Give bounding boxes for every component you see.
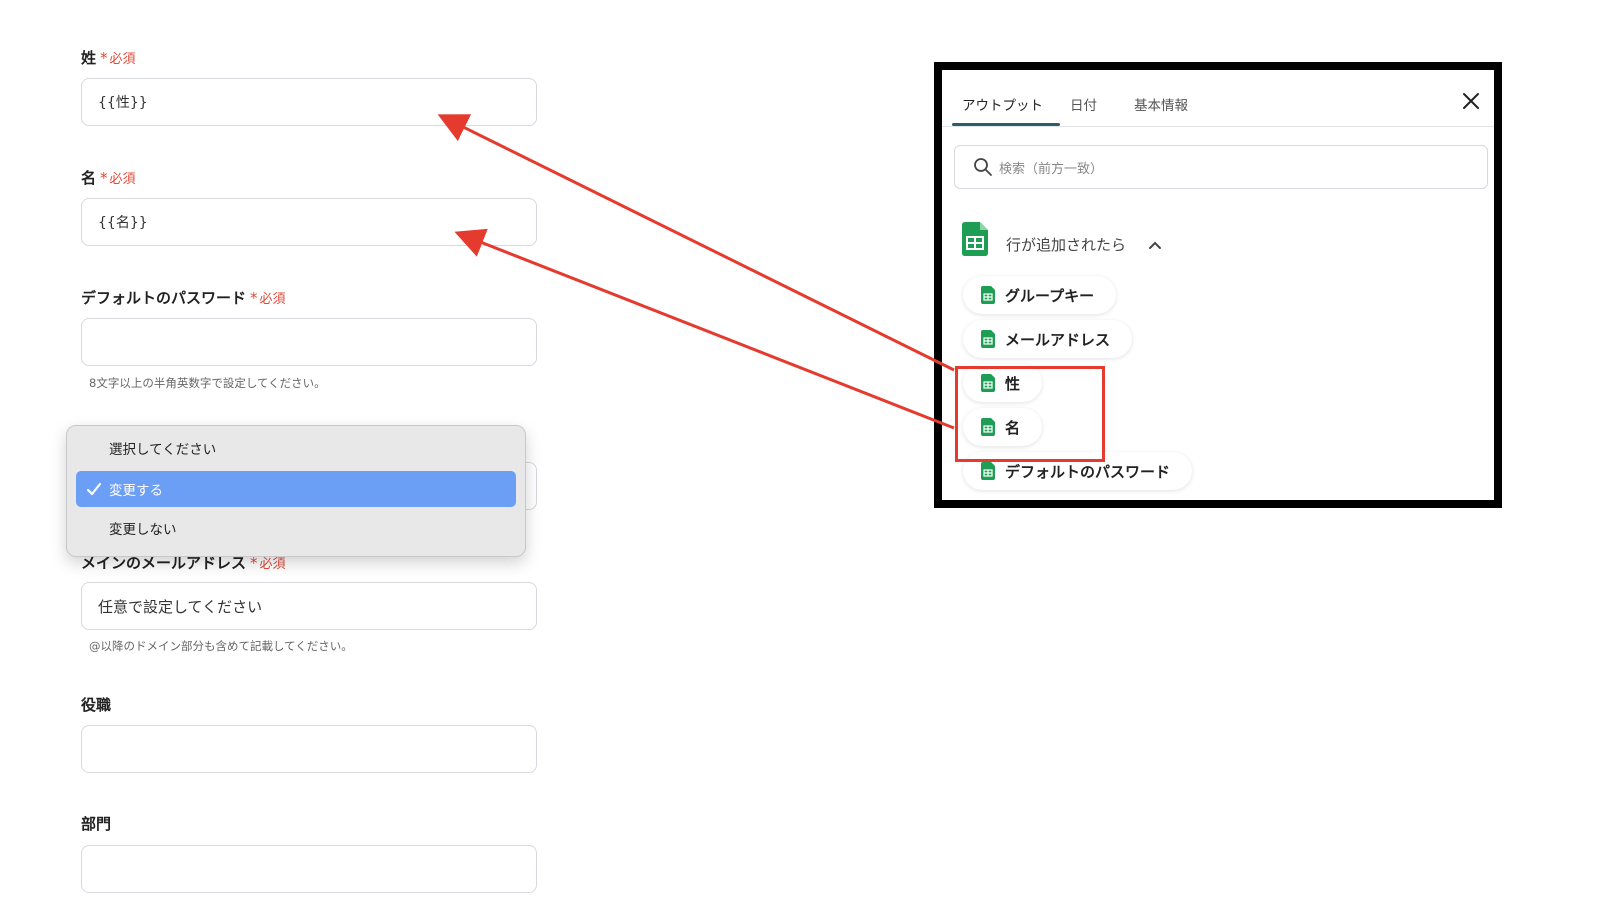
annotation-arrows [437, 114, 955, 430]
arrow-first-name [454, 228, 955, 430]
arrow-last-name [437, 114, 955, 372]
